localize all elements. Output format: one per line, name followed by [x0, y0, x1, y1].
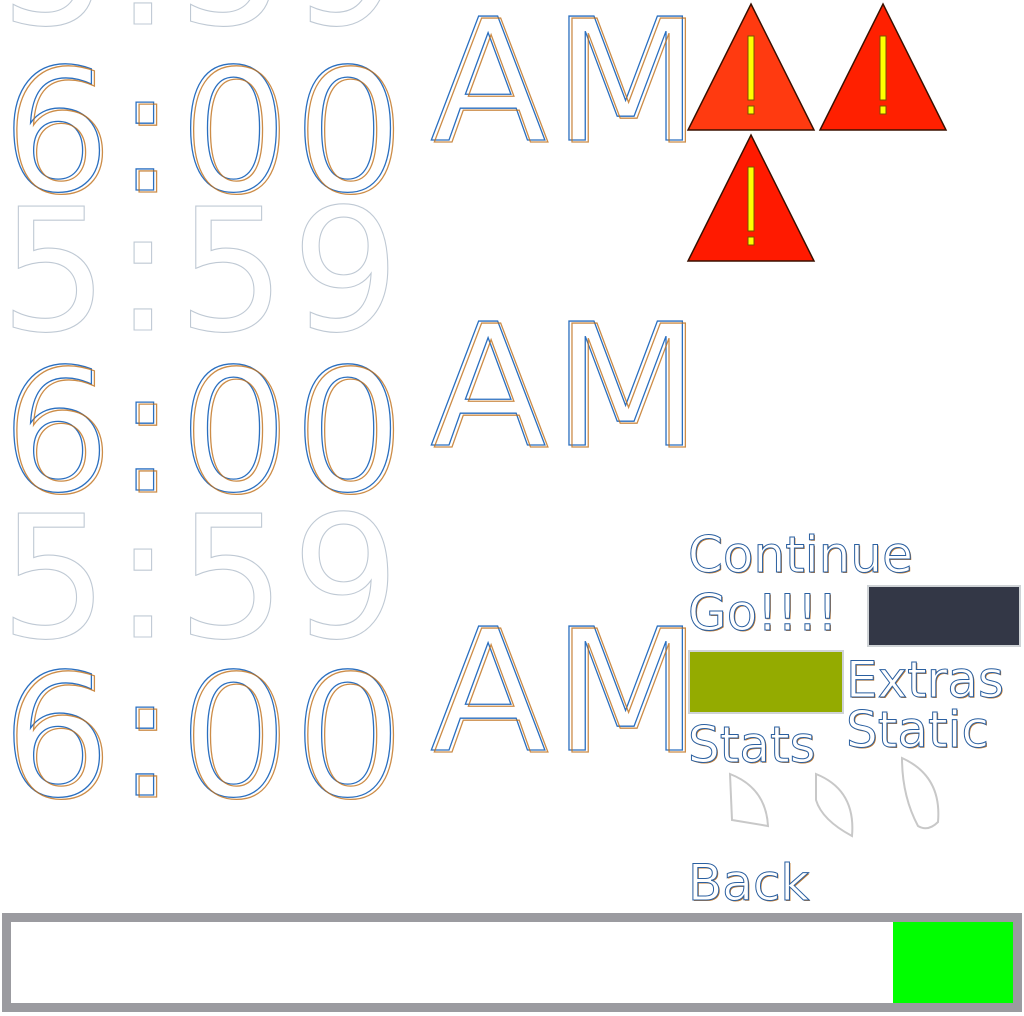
continue-button[interactable]: Continue [688, 530, 914, 581]
clock-display-2: 5:59 6:00 6:00 AM AM [0, 172, 703, 533]
stats-button[interactable]: Stats [688, 720, 817, 771]
warning-triangle-icon [818, 2, 948, 132]
loading-spinner-icon [726, 770, 770, 840]
clock-display-3: 5:59 6:00 6:00 AM AM [0, 479, 703, 838]
warning-triangle-icon [686, 2, 816, 132]
loading-spinner-icon [898, 756, 942, 830]
progress-bar [2, 913, 1022, 1012]
clock-time-shadow: 6:00 [5, 640, 411, 838]
dark-color-swatch[interactable] [867, 585, 1021, 647]
back-button[interactable]: Back [687, 858, 809, 909]
go-button[interactable]: Go!!!! [688, 588, 839, 639]
olive-color-swatch[interactable] [688, 650, 844, 714]
progress-fill [892, 922, 1013, 1003]
warning-triangle-icon [686, 133, 816, 263]
loading-spinner-icon [812, 770, 856, 840]
clock-meridiem-shadow: AM [433, 290, 708, 488]
extras-button[interactable]: Extras [845, 655, 1004, 706]
static-button[interactable]: Static [846, 705, 990, 756]
clock-meridiem-shadow: AM [433, 595, 708, 793]
clock-meridiem-shadow: AM [433, 0, 708, 183]
